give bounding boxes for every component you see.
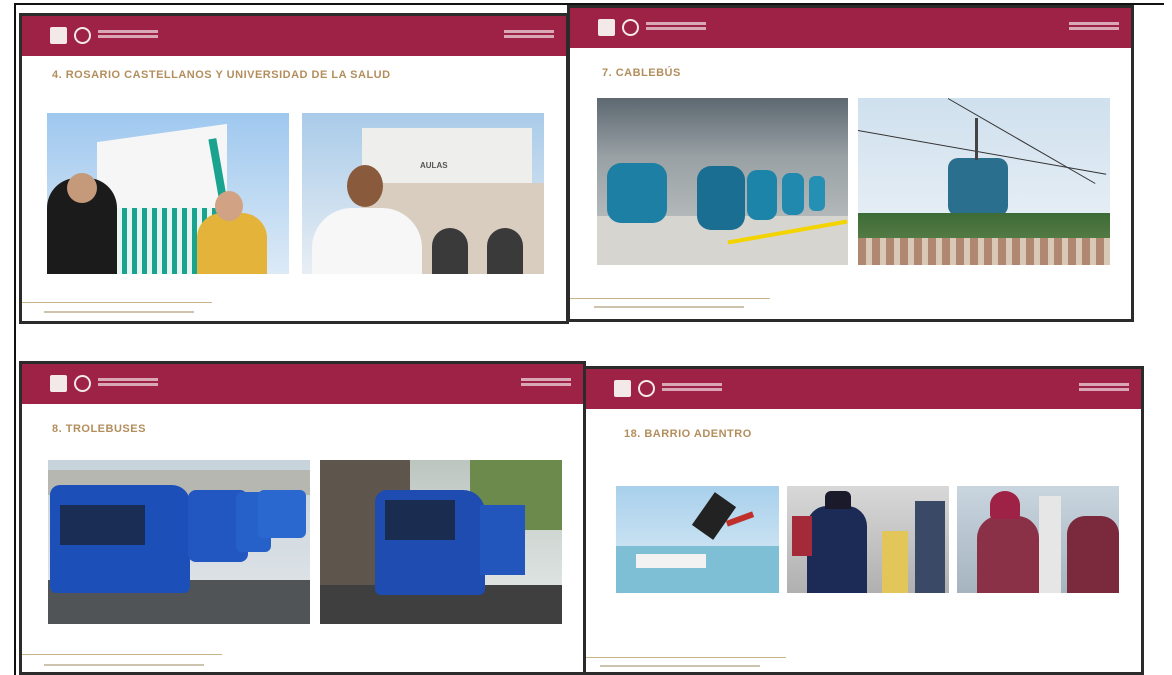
slide-cablebus: 7. CABLEBÚS	[567, 5, 1134, 322]
header-right-text	[521, 378, 571, 381]
slide-footer-text	[44, 664, 204, 666]
photo-trolleybus-fleet	[48, 460, 310, 624]
slide-title: 8. TROLEBUSES	[52, 423, 146, 435]
slide-trolebuses: 8. TROLEBUSES	[19, 361, 586, 675]
slide-header-bar	[586, 369, 1141, 409]
cdmx-emblem-logo	[622, 19, 639, 36]
photo-student-aulas: AULAS	[302, 113, 544, 274]
header-right-text	[1069, 22, 1119, 25]
header-logo-text	[98, 378, 158, 381]
slide-header-bar	[570, 8, 1131, 48]
photo-police-child	[787, 486, 949, 593]
photo-women-university	[47, 113, 289, 274]
slide-footer-text	[44, 311, 194, 313]
aulas-sign: AULAS	[420, 161, 448, 170]
slide-footer-line	[22, 302, 212, 303]
slide-footer-line	[586, 657, 786, 658]
cdmx-emblem-logo	[638, 380, 655, 397]
header-right-text	[1079, 383, 1129, 386]
cdmx-shield-logo	[614, 380, 631, 397]
cdmx-emblem-logo	[74, 375, 91, 392]
slide-footer-text	[600, 665, 760, 667]
header-logo-text	[662, 383, 722, 386]
slide-footer-text	[594, 306, 744, 308]
header-logo-text	[98, 30, 158, 33]
cdmx-shield-logo	[50, 375, 67, 392]
photo-cablebus-gondola	[858, 98, 1110, 265]
photo-volunteers	[957, 486, 1119, 593]
slide-footer-line	[22, 654, 222, 655]
photo-skatepark	[616, 486, 779, 593]
header-right-text	[504, 30, 554, 33]
cdmx-shield-logo	[50, 27, 67, 44]
slide-title: 7. CABLEBÚS	[602, 67, 681, 79]
slide-header-bar	[22, 16, 566, 56]
slide-barrio-adentro: 18. BARRIO ADENTRO	[583, 366, 1144, 675]
cdmx-shield-logo	[598, 19, 615, 36]
slide-title: 18. BARRIO ADENTRO	[624, 428, 752, 440]
header-logo-text	[646, 22, 706, 25]
slide-header-bar	[22, 364, 583, 404]
cdmx-emblem-logo	[74, 27, 91, 44]
slide-title: 4. ROSARIO CASTELLANOS Y UNIVERSIDAD DE …	[52, 69, 391, 81]
photo-trolleybus-street	[320, 460, 562, 624]
photo-cablebus-station	[597, 98, 848, 265]
slide-rosario-castellanos: 4. ROSARIO CASTELLANOS Y UNIVERSIDAD DE …	[19, 13, 569, 324]
slide-footer-line	[570, 298, 770, 299]
